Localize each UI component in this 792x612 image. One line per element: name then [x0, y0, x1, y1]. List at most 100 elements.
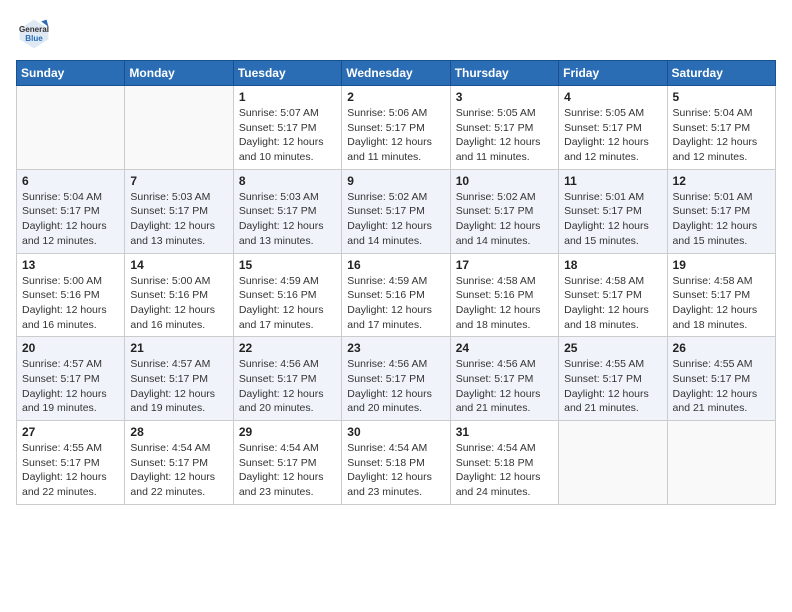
calendar-day-cell: 14 Sunrise: 5:00 AMSunset: 5:16 PMDayligh…: [125, 253, 233, 337]
calendar-day-cell: 23 Sunrise: 4:56 AMSunset: 5:17 PMDayligh…: [342, 337, 450, 421]
svg-text:Blue: Blue: [25, 34, 43, 43]
column-header-wednesday: Wednesday: [342, 61, 450, 86]
day-number: 29: [239, 425, 336, 439]
calendar-week-row: 1 Sunrise: 5:07 AMSunset: 5:17 PMDaylight…: [17, 86, 776, 170]
day-info: Sunrise: 4:59 AMSunset: 5:16 PMDaylight:…: [347, 274, 444, 333]
calendar-day-cell: 5 Sunrise: 5:04 AMSunset: 5:17 PMDaylight…: [667, 86, 775, 170]
day-number: 25: [564, 341, 661, 355]
calendar-day-cell: 3 Sunrise: 5:05 AMSunset: 5:17 PMDaylight…: [450, 86, 558, 170]
day-number: 16: [347, 258, 444, 272]
calendar-day-cell: 9 Sunrise: 5:02 AMSunset: 5:17 PMDaylight…: [342, 169, 450, 253]
day-number: 24: [456, 341, 553, 355]
day-info: Sunrise: 5:01 AMSunset: 5:17 PMDaylight:…: [673, 190, 770, 249]
day-number: 17: [456, 258, 553, 272]
day-number: 8: [239, 174, 336, 188]
day-info: Sunrise: 4:57 AMSunset: 5:17 PMDaylight:…: [22, 357, 119, 416]
logo: General Blue: [16, 16, 52, 52]
calendar: SundayMondayTuesdayWednesdayThursdayFrid…: [16, 60, 776, 505]
calendar-day-cell: 24 Sunrise: 4:56 AMSunset: 5:17 PMDayligh…: [450, 337, 558, 421]
day-number: 2: [347, 90, 444, 104]
day-info: Sunrise: 4:57 AMSunset: 5:17 PMDaylight:…: [130, 357, 227, 416]
day-info: Sunrise: 4:58 AMSunset: 5:16 PMDaylight:…: [456, 274, 553, 333]
day-info: Sunrise: 5:02 AMSunset: 5:17 PMDaylight:…: [456, 190, 553, 249]
empty-cell: [559, 421, 667, 505]
calendar-day-cell: 18Sunrise: 4:58 AMSunset: 5:17 PMDayligh…: [559, 253, 667, 337]
calendar-week-row: 27 Sunrise: 4:55 AMSunset: 5:17 PMDayligh…: [17, 421, 776, 505]
calendar-day-cell: 29 Sunrise: 4:54 AMSunset: 5:17 PMDayligh…: [233, 421, 341, 505]
day-info: Sunrise: 5:04 AMSunset: 5:17 PMDaylight:…: [673, 106, 770, 165]
day-info: Sunrise: 4:55 AMSunset: 5:17 PMDaylight:…: [22, 441, 119, 500]
calendar-day-cell: 30 Sunrise: 4:54 AMSunset: 5:18 PMDayligh…: [342, 421, 450, 505]
day-number: 10: [456, 174, 553, 188]
day-number: 30: [347, 425, 444, 439]
calendar-day-cell: 7Sunrise: 5:03 AMSunset: 5:17 PMDaylight…: [125, 169, 233, 253]
day-info: Sunrise: 4:58 AMSunset: 5:17 PMDaylight:…: [564, 274, 661, 333]
day-info: Sunrise: 4:56 AMSunset: 5:17 PMDaylight:…: [347, 357, 444, 416]
logo-icon: General Blue: [16, 16, 52, 52]
empty-cell: [667, 421, 775, 505]
day-info: Sunrise: 4:54 AMSunset: 5:17 PMDaylight:…: [239, 441, 336, 500]
day-info: Sunrise: 4:54 AMSunset: 5:17 PMDaylight:…: [130, 441, 227, 500]
day-number: 4: [564, 90, 661, 104]
calendar-day-cell: 27 Sunrise: 4:55 AMSunset: 5:17 PMDayligh…: [17, 421, 125, 505]
day-info: Sunrise: 5:04 AMSunset: 5:17 PMDaylight:…: [22, 190, 119, 249]
column-header-saturday: Saturday: [667, 61, 775, 86]
day-number: 21: [130, 341, 227, 355]
day-info: Sunrise: 5:02 AMSunset: 5:17 PMDaylight:…: [347, 190, 444, 249]
day-number: 28: [130, 425, 227, 439]
calendar-day-cell: 20Sunrise: 4:57 AMSunset: 5:17 PMDayligh…: [17, 337, 125, 421]
empty-cell: [125, 86, 233, 170]
day-number: 7: [130, 174, 227, 188]
day-number: 23: [347, 341, 444, 355]
day-number: 22: [239, 341, 336, 355]
column-header-sunday: Sunday: [17, 61, 125, 86]
column-header-tuesday: Tuesday: [233, 61, 341, 86]
day-info: Sunrise: 4:56 AMSunset: 5:17 PMDaylight:…: [456, 357, 553, 416]
day-number: 27: [22, 425, 119, 439]
calendar-day-cell: 6 Sunrise: 5:04 AMSunset: 5:17 PMDaylight…: [17, 169, 125, 253]
day-number: 11: [564, 174, 661, 188]
day-number: 1: [239, 90, 336, 104]
day-number: 3: [456, 90, 553, 104]
calendar-day-cell: 16 Sunrise: 4:59 AMSunset: 5:16 PMDayligh…: [342, 253, 450, 337]
day-number: 6: [22, 174, 119, 188]
calendar-day-cell: 2Sunrise: 5:06 AMSunset: 5:17 PMDaylight…: [342, 86, 450, 170]
calendar-day-cell: 17 Sunrise: 4:58 AMSunset: 5:16 PMDayligh…: [450, 253, 558, 337]
calendar-day-cell: 10 Sunrise: 5:02 AMSunset: 5:17 PMDayligh…: [450, 169, 558, 253]
day-number: 14: [130, 258, 227, 272]
calendar-day-cell: 26 Sunrise: 4:55 AMSunset: 5:17 PMDayligh…: [667, 337, 775, 421]
calendar-day-cell: 1 Sunrise: 5:07 AMSunset: 5:17 PMDaylight…: [233, 86, 341, 170]
day-info: Sunrise: 5:00 AMSunset: 5:16 PMDaylight:…: [22, 274, 119, 333]
day-info: Sunrise: 4:55 AMSunset: 5:17 PMDaylight:…: [673, 357, 770, 416]
day-info: Sunrise: 5:07 AMSunset: 5:17 PMDaylight:…: [239, 106, 336, 165]
day-info: Sunrise: 5:00 AMSunset: 5:16 PMDaylight:…: [130, 274, 227, 333]
calendar-week-row: 13 Sunrise: 5:00 AMSunset: 5:16 PMDayligh…: [17, 253, 776, 337]
calendar-day-cell: 28 Sunrise: 4:54 AMSunset: 5:17 PMDayligh…: [125, 421, 233, 505]
day-info: Sunrise: 5:03 AMSunset: 5:17 PMDaylight:…: [239, 190, 336, 249]
day-info: Sunrise: 4:58 AMSunset: 5:17 PMDaylight:…: [673, 274, 770, 333]
header: General Blue: [16, 16, 776, 52]
day-number: 12: [673, 174, 770, 188]
calendar-day-cell: 19Sunrise: 4:58 AMSunset: 5:17 PMDayligh…: [667, 253, 775, 337]
calendar-day-cell: 31 Sunrise: 4:54 AMSunset: 5:18 PMDayligh…: [450, 421, 558, 505]
calendar-day-cell: 12 Sunrise: 5:01 AMSunset: 5:17 PMDayligh…: [667, 169, 775, 253]
day-number: 26: [673, 341, 770, 355]
empty-cell: [17, 86, 125, 170]
day-info: Sunrise: 5:01 AMSunset: 5:17 PMDaylight:…: [564, 190, 661, 249]
calendar-day-cell: 11 Sunrise: 5:01 AMSunset: 5:17 PMDayligh…: [559, 169, 667, 253]
day-info: Sunrise: 5:05 AMSunset: 5:17 PMDaylight:…: [456, 106, 553, 165]
calendar-day-cell: 4 Sunrise: 5:05 AMSunset: 5:17 PMDaylight…: [559, 86, 667, 170]
column-header-friday: Friday: [559, 61, 667, 86]
calendar-day-cell: 25 Sunrise: 4:55 AMSunset: 5:17 PMDayligh…: [559, 337, 667, 421]
day-number: 9: [347, 174, 444, 188]
day-number: 31: [456, 425, 553, 439]
day-number: 5: [673, 90, 770, 104]
day-info: Sunrise: 4:55 AMSunset: 5:17 PMDaylight:…: [564, 357, 661, 416]
calendar-day-cell: 8 Sunrise: 5:03 AMSunset: 5:17 PMDaylight…: [233, 169, 341, 253]
day-number: 13: [22, 258, 119, 272]
day-info: Sunrise: 5:05 AMSunset: 5:17 PMDaylight:…: [564, 106, 661, 165]
day-info: Sunrise: 4:54 AMSunset: 5:18 PMDaylight:…: [347, 441, 444, 500]
day-info: Sunrise: 4:54 AMSunset: 5:18 PMDaylight:…: [456, 441, 553, 500]
day-number: 15: [239, 258, 336, 272]
calendar-day-cell: 15Sunrise: 4:59 AMSunset: 5:16 PMDayligh…: [233, 253, 341, 337]
